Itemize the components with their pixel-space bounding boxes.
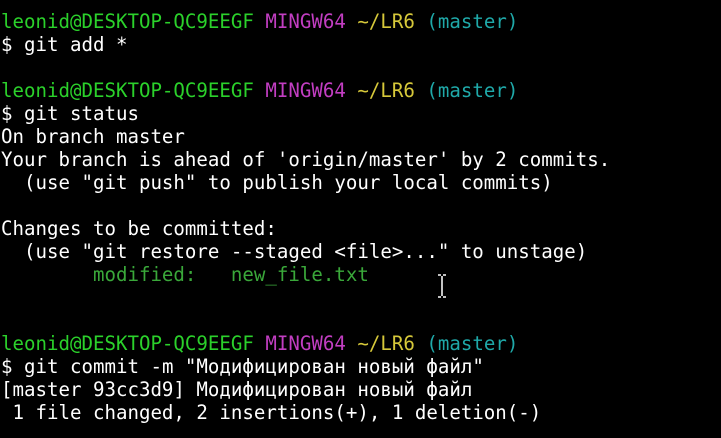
prompt-user-host: leonid@DESKTOP-QC9EEGF bbox=[1, 10, 254, 33]
prompt-branch: (master) bbox=[426, 10, 519, 33]
output-line: On branch master bbox=[1, 125, 185, 148]
prompt-branch: (master) bbox=[426, 79, 519, 102]
command-text: git status bbox=[24, 102, 139, 125]
modified-label: modified: bbox=[1, 263, 231, 286]
prompt-user-host: leonid@DESKTOP-QC9EEGF bbox=[1, 332, 254, 355]
terminal-window[interactable]: leonid@DESKTOP-QC9EEGF MINGW64 ~/LR6 (ma… bbox=[0, 0, 721, 438]
output-line: Your branch is ahead of 'origin/master' … bbox=[1, 148, 611, 171]
command-line: $ git status bbox=[1, 102, 721, 125]
prompt-line: leonid@DESKTOP-QC9EEGF MINGW64 ~/LR6 (ma… bbox=[1, 79, 721, 102]
prompt-path: ~/LR6 bbox=[357, 10, 415, 33]
prompt-shell: MINGW64 bbox=[265, 332, 346, 355]
prompt-line: leonid@DESKTOP-QC9EEGF MINGW64 ~/LR6 (ma… bbox=[1, 10, 721, 33]
output-line: (use "git push" to publish your local co… bbox=[1, 171, 553, 194]
output-line: [master 93cc3d9] Модифицирован новый фай… bbox=[1, 378, 473, 401]
output-line: Changes to be committed: bbox=[1, 217, 277, 240]
command-text: git commit -m "Модифицирован новый файл" bbox=[24, 355, 484, 378]
prompt-symbol: $ bbox=[1, 355, 24, 378]
output-line: 1 file changed, 2 insertions(+), 1 delet… bbox=[1, 401, 542, 424]
command-line: $ git add * bbox=[1, 33, 721, 56]
prompt-shell: MINGW64 bbox=[265, 10, 346, 33]
prompt-line: leonid@DESKTOP-QC9EEGF MINGW64 ~/LR6 (ma… bbox=[1, 332, 721, 355]
command-line: $ git commit -m "Модифицирован новый фай… bbox=[1, 355, 721, 378]
prompt-shell: MINGW64 bbox=[265, 79, 346, 102]
prompt-path: ~/LR6 bbox=[357, 332, 415, 355]
text-ibeam-cursor-icon bbox=[438, 274, 446, 298]
modified-file-line: modified: new_file.txt bbox=[1, 263, 721, 286]
prompt-symbol: $ bbox=[1, 33, 24, 56]
prompt-branch: (master) bbox=[426, 332, 519, 355]
prompt-path: ~/LR6 bbox=[357, 79, 415, 102]
prompt-user-host: leonid@DESKTOP-QC9EEGF bbox=[1, 79, 254, 102]
output-line: (use "git restore --staged <file>..." to… bbox=[1, 240, 588, 263]
modified-filename: new_file.txt bbox=[230, 263, 369, 286]
prompt-symbol: $ bbox=[1, 102, 24, 125]
command-text: git add * bbox=[24, 33, 128, 56]
